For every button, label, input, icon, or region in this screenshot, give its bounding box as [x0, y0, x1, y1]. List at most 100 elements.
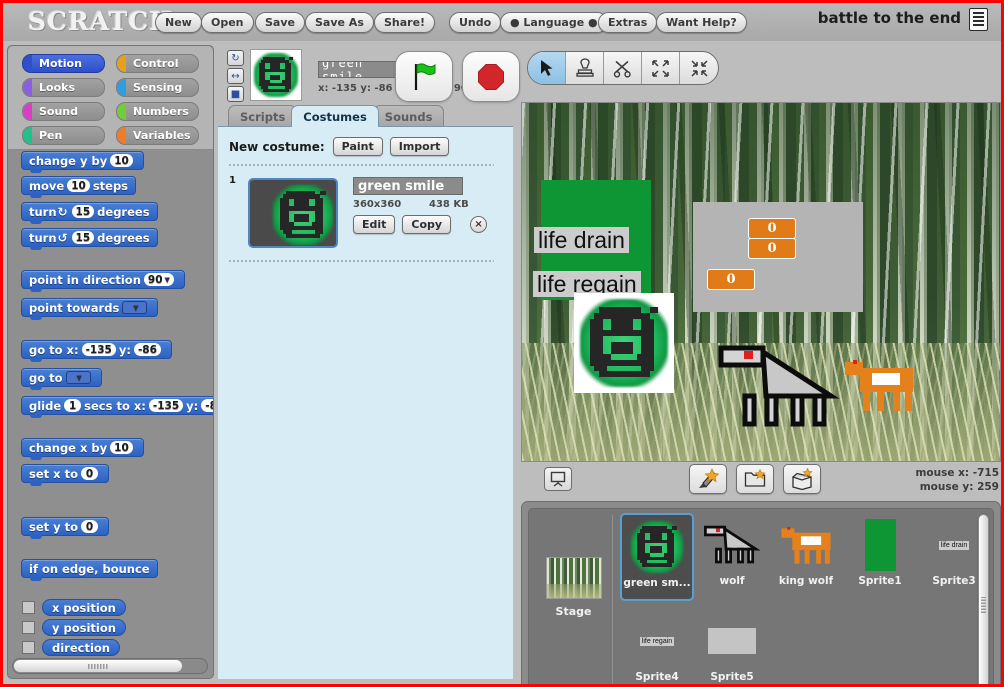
category-color-swatch [117, 127, 126, 144]
green-flag-button[interactable] [395, 51, 453, 102]
paint-new-sprite-button[interactable] [689, 464, 727, 494]
sprite-cell-sprite1[interactable]: Sprite1 [843, 513, 917, 601]
stop-button[interactable] [462, 51, 520, 102]
want-help-button[interactable]: Want Help? [656, 12, 747, 33]
save-button[interactable]: Save [255, 12, 305, 33]
sprite-cell-wolf[interactable]: wolf [695, 513, 769, 601]
tab-sounds[interactable]: Sounds [373, 105, 445, 127]
paint-costume-button[interactable]: Paint [333, 137, 383, 156]
change-x-by-block[interactable]: change x by 10 [21, 438, 144, 457]
category-numbers[interactable]: Numbers [116, 102, 199, 121]
undo-button[interactable]: Undo [449, 12, 501, 33]
move-steps-block[interactable]: move 10 steps [21, 176, 136, 195]
sprite-cell-sprite5[interactable]: Sprite5 [695, 609, 769, 684]
block-number-input[interactable]: 10 [110, 154, 133, 167]
delete-scissors-tool[interactable] [604, 52, 642, 84]
shrink-sprite-tool[interactable] [680, 52, 718, 84]
category-color-swatch [23, 79, 32, 96]
sprite-cell-green-smile[interactable]: green sm... [620, 513, 694, 601]
costume-name-input[interactable]: green smile [353, 177, 463, 195]
category-motion[interactable]: Motion [22, 54, 105, 73]
y-position-reporter[interactable]: y position [42, 619, 126, 636]
block-number-input[interactable]: -86 [201, 399, 213, 412]
green-smile-sprite[interactable] [574, 293, 674, 393]
duplicate-stamp-tool[interactable] [566, 52, 604, 84]
flip-left-right-button[interactable]: ↔ [227, 68, 244, 84]
y-position-watcher-checkbox[interactable] [22, 621, 35, 634]
new-button[interactable]: New [155, 12, 202, 33]
go-to-block[interactable]: go to ▼ [21, 368, 102, 387]
sprite-cell-sprite4[interactable]: life regain Sprite4 [620, 609, 694, 684]
open-button[interactable]: Open [201, 12, 254, 33]
category-variables[interactable]: Variables [116, 126, 199, 145]
grow-sprite-tool[interactable] [642, 52, 680, 84]
sprite-library-scrollbar[interactable] [977, 513, 990, 684]
block-number-input[interactable]: 15 [72, 205, 95, 218]
no-rotate-button[interactable]: ■ [227, 86, 244, 102]
block-number-input[interactable]: 10 [110, 441, 133, 454]
go-to-xy-block[interactable]: go to x: -135 y: -86 [21, 340, 172, 359]
category-sound[interactable]: Sound [22, 102, 105, 121]
block-dropdown[interactable]: 90▼ [144, 273, 174, 286]
stage-selector-cell[interactable]: Stage [535, 515, 613, 684]
category-color-swatch [117, 55, 126, 72]
copy-costume-button[interactable]: Copy [402, 215, 451, 234]
block-number-input[interactable]: 10 [67, 179, 90, 192]
tab-costumes[interactable]: Costumes [291, 105, 379, 127]
tab-scripts[interactable]: Scripts [228, 105, 297, 127]
extras-button[interactable]: Extras [598, 12, 657, 33]
category-looks[interactable]: Looks [22, 78, 105, 97]
block-number-input[interactable]: -135 [82, 343, 116, 356]
category-sensing[interactable]: Sensing [116, 78, 199, 97]
direction-watcher-checkbox[interactable] [22, 641, 35, 654]
sprite-library-scrollbar-thumb[interactable] [979, 515, 988, 684]
block-number-input[interactable]: 1 [64, 399, 81, 412]
block-number-input[interactable]: 15 [72, 231, 95, 244]
turn-right-block[interactable]: turn ↻15 degrees [21, 202, 158, 221]
rotation-direction-icon: ↺ [57, 231, 69, 245]
delete-costume-button[interactable]: × [470, 216, 487, 233]
stage-footer: mouse x: -715 mouse y: 259 [521, 464, 1001, 498]
block-number-input[interactable]: 0 [81, 520, 98, 533]
set-x-to-block[interactable]: set x to 0 [21, 464, 109, 483]
if-on-edge-bounce-block[interactable]: if on edge, bounce [21, 559, 158, 578]
costume-thumbnail[interactable] [248, 178, 338, 248]
set-y-to-block[interactable]: set y to 0 [21, 517, 109, 536]
import-costume-button[interactable]: Import [390, 137, 450, 156]
block-number-input[interactable]: 0 [81, 467, 98, 480]
x-position-reporter[interactable]: x position [42, 599, 126, 616]
point-towards-block[interactable]: point towards ▼ [21, 298, 158, 317]
block-dropdown[interactable]: ▼ [66, 371, 91, 384]
point-in-direction-block[interactable]: point in direction 90▼ [21, 270, 185, 289]
edit-costume-button[interactable]: Edit [353, 215, 395, 234]
rotate-freely-button[interactable]: ↻ [227, 50, 244, 66]
select-arrow-tool[interactable] [528, 52, 566, 84]
category-pen[interactable]: Pen [22, 126, 105, 145]
block-number-input[interactable]: -86 [134, 343, 161, 356]
import-sprite-button[interactable] [736, 464, 774, 494]
stage-canvas[interactable]: life drain life regain 0 0 0 [521, 102, 1001, 462]
readout-3: 0 [707, 269, 755, 290]
presentation-mode-button[interactable] [544, 467, 572, 491]
sprite-cell-king-wolf[interactable]: king wolf [769, 513, 843, 601]
block-dropdown[interactable]: ▼ [122, 301, 147, 314]
sprite-thumb-wolf [703, 516, 761, 574]
change-y-by-block[interactable]: change y by 10 [21, 151, 144, 170]
surprise-sprite-button[interactable] [783, 464, 821, 494]
x-position-watcher-checkbox[interactable] [22, 601, 35, 614]
share-button[interactable]: Share! [374, 12, 435, 33]
palette-scrollbar-thumb[interactable] [14, 660, 182, 672]
block-number-input[interactable]: -135 [149, 399, 183, 412]
king-wolf-sprite[interactable] [843, 356, 915, 414]
wolf-sprite[interactable] [718, 344, 840, 430]
category-control[interactable]: Control [116, 54, 199, 73]
glide-block[interactable]: glide 1 secs to x: -135 y: -86 [21, 396, 213, 415]
stop-sign-icon [477, 63, 505, 91]
notes-icon[interactable] [969, 8, 988, 31]
life-drain-text[interactable]: life drain [534, 227, 629, 253]
save-as-button[interactable]: Save As [305, 12, 374, 33]
language-button[interactable]: ● Language ● [500, 12, 608, 33]
direction-reporter[interactable]: direction [42, 639, 120, 656]
palette-horizontal-scrollbar[interactable] [12, 658, 208, 674]
turn-left-block[interactable]: turn ↺15 degrees [21, 228, 158, 247]
